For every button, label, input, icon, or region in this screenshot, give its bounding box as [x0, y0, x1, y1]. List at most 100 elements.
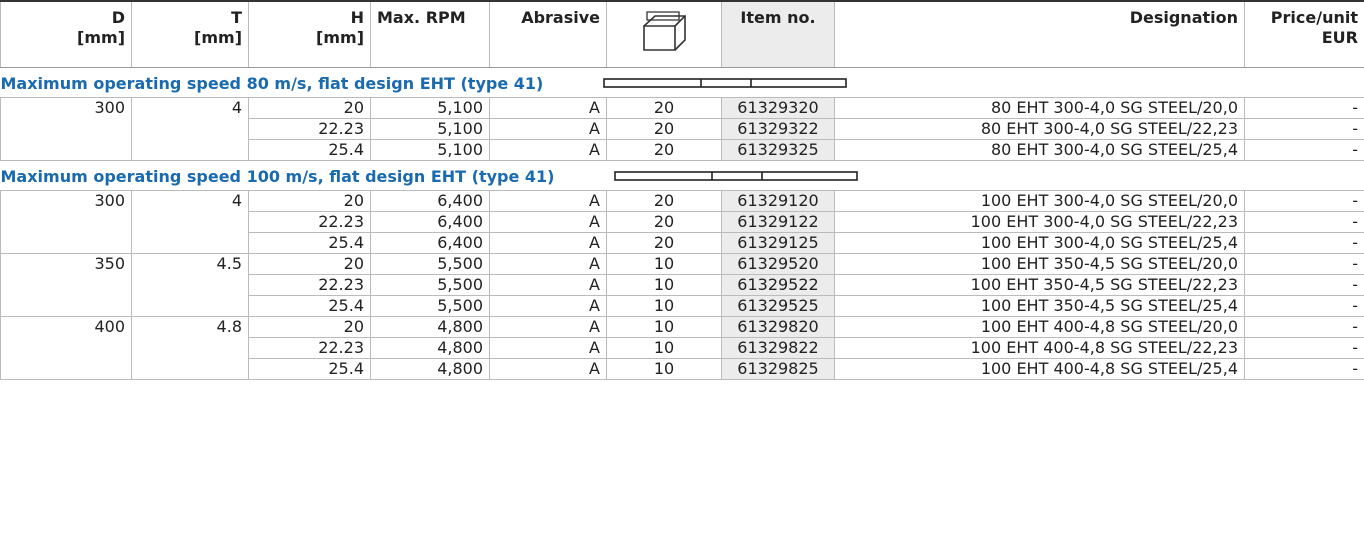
cell-abrasive: A: [489, 358, 607, 380]
cell-price: -: [1244, 358, 1364, 380]
section-header-row: Maximum operating speed 100 m/s, flat de…: [0, 160, 1364, 191]
cell-designation: 100 EHT 300-4,0 SG STEEL/25,4: [834, 232, 1245, 254]
cell-designation: 100 EHT 300-4,0 SG STEEL/22,23: [834, 211, 1245, 233]
cell-abrasive: A: [489, 97, 607, 119]
cell-price: -: [1244, 97, 1364, 119]
cell-item-no[interactable]: 61329322: [721, 118, 835, 140]
cell-abrasive: A: [489, 232, 607, 254]
cell-t: 4: [131, 97, 249, 119]
product-table-page: D [mm] T [mm] H [mm] Max. RPM Abrasive Item…: [0, 0, 1364, 536]
header-designation: Designation: [834, 0, 1245, 68]
table-row: 22.23 4,800 A 10 61329822 100 EHT 400-4,8 SG …: [0, 337, 1364, 359]
cell-price: -: [1244, 295, 1364, 317]
header-item-no: Item no.: [721, 0, 835, 68]
cell-item-no[interactable]: 61329120: [721, 190, 835, 212]
package-box-icon: [643, 11, 687, 51]
cell-max-rpm: 4,800: [370, 337, 490, 359]
table-row: 25.4 5,100 A 20 61329325 80 EHT 300-4,0 SG ST…: [0, 139, 1364, 161]
cell-t: [131, 232, 249, 254]
table-row: 25.4 4,800 A 10 61329825 100 EHT 400-4,8 SG S…: [0, 358, 1364, 380]
section-title: Maximum operating speed 100 m/s, flat de…: [0, 166, 555, 186]
cell-item-no[interactable]: 61329825: [721, 358, 835, 380]
cell-package-qty: 20: [606, 118, 722, 140]
cell-item-no[interactable]: 61329325: [721, 139, 835, 161]
cell-d: 300: [0, 97, 132, 119]
cell-h: 25.4: [248, 232, 371, 254]
cell-h: 22.23: [248, 118, 371, 140]
cell-designation: 80 EHT 300-4,0 SG STEEL/20,0: [834, 97, 1245, 119]
cell-package-qty: 20: [606, 190, 722, 212]
cell-package-qty: 10: [606, 295, 722, 317]
cell-max-rpm: 5,500: [370, 274, 490, 296]
table-row: 22.23 5,500 A 10 61329522 100 EHT 350-4,5 SG …: [0, 274, 1364, 296]
cell-item-no[interactable]: 61329125: [721, 232, 835, 254]
cell-item-no[interactable]: 61329522: [721, 274, 835, 296]
cell-d: 300: [0, 190, 132, 212]
cell-max-rpm: 5,500: [370, 253, 490, 275]
table-row: 22.23 5,100 A 20 61329322 80 EHT 300-4,0 SG S…: [0, 118, 1364, 140]
cell-max-rpm: 6,400: [370, 211, 490, 233]
cell-abrasive: A: [489, 190, 607, 212]
cell-max-rpm: 4,800: [370, 316, 490, 338]
cell-designation: 100 EHT 400-4,8 SG STEEL/22,23: [834, 337, 1245, 359]
cell-t: [131, 118, 249, 140]
cell-item-no[interactable]: 61329122: [721, 211, 835, 233]
cell-h: 25.4: [248, 358, 371, 380]
header-h: H [mm]: [248, 0, 371, 68]
cell-package-qty: 20: [606, 97, 722, 119]
cell-d: [0, 295, 132, 317]
cell-d: [0, 274, 132, 296]
flat-disc-profile-icon: [614, 170, 859, 181]
cell-abrasive: A: [489, 139, 607, 161]
cell-designation: 80 EHT 300-4,0 SG STEEL/25,4: [834, 139, 1245, 161]
cell-max-rpm: 4,800: [370, 358, 490, 380]
cell-package-qty: 10: [606, 337, 722, 359]
cell-d: [0, 358, 132, 380]
cell-package-qty: 20: [606, 232, 722, 254]
cell-abrasive: A: [489, 337, 607, 359]
cell-designation: 100 EHT 350-4,5 SG STEEL/25,4: [834, 295, 1245, 317]
cell-t: [131, 337, 249, 359]
cell-max-rpm: 5,100: [370, 118, 490, 140]
cell-price: -: [1244, 316, 1364, 338]
cell-price: -: [1244, 253, 1364, 275]
cell-d: [0, 211, 132, 233]
cell-max-rpm: 5,100: [370, 139, 490, 161]
table-row: 25.4 5,500 A 10 61329525 100 EHT 350-4,5 SG S…: [0, 295, 1364, 317]
table-row: 300 4 20 5,100 A 20 61329320 80 EHT 300-4,0 SG …: [0, 97, 1364, 119]
cell-price: -: [1244, 274, 1364, 296]
cell-h: 22.23: [248, 337, 371, 359]
cell-t: [131, 358, 249, 380]
header-price: Price/unit EUR: [1244, 0, 1364, 68]
cell-designation: 100 EHT 400-4,8 SG STEEL/25,4: [834, 358, 1245, 380]
cell-package-qty: 10: [606, 253, 722, 275]
table-body: Maximum operating speed 80 m/s, flat des…: [0, 67, 1364, 380]
cell-d: [0, 139, 132, 161]
cell-h: 20: [248, 253, 371, 275]
cell-h: 20: [248, 97, 371, 119]
section-profile: [603, 74, 848, 93]
cell-item-no[interactable]: 61329525: [721, 295, 835, 317]
cell-item-no[interactable]: 61329820: [721, 316, 835, 338]
cell-price: -: [1244, 139, 1364, 161]
cell-item-no[interactable]: 61329520: [721, 253, 835, 275]
cell-t: 4.8: [131, 316, 249, 338]
header-row: D [mm] T [mm] H [mm] Max. RPM Abrasive Item…: [0, 0, 1364, 68]
cell-abrasive: A: [489, 211, 607, 233]
cell-item-no[interactable]: 61329822: [721, 337, 835, 359]
product-table: D [mm] T [mm] H [mm] Max. RPM Abrasive Item…: [0, 0, 1364, 380]
table-row: 25.4 6,400 A 20 61329125 100 EHT 300-4,0 SG S…: [0, 232, 1364, 254]
cell-d: [0, 337, 132, 359]
section-title: Maximum operating speed 80 m/s, flat des…: [0, 73, 544, 93]
cell-item-no[interactable]: 61329320: [721, 97, 835, 119]
cell-d: [0, 232, 132, 254]
cell-t: 4.5: [131, 253, 249, 275]
cell-price: -: [1244, 337, 1364, 359]
cell-max-rpm: 5,100: [370, 97, 490, 119]
cell-t: [131, 139, 249, 161]
cell-h: 20: [248, 190, 371, 212]
section-header-row: Maximum operating speed 80 m/s, flat des…: [0, 67, 1364, 98]
cell-designation: 100 EHT 350-4,5 SG STEEL/20,0: [834, 253, 1245, 275]
cell-package-qty: 10: [606, 274, 722, 296]
cell-price: -: [1244, 232, 1364, 254]
